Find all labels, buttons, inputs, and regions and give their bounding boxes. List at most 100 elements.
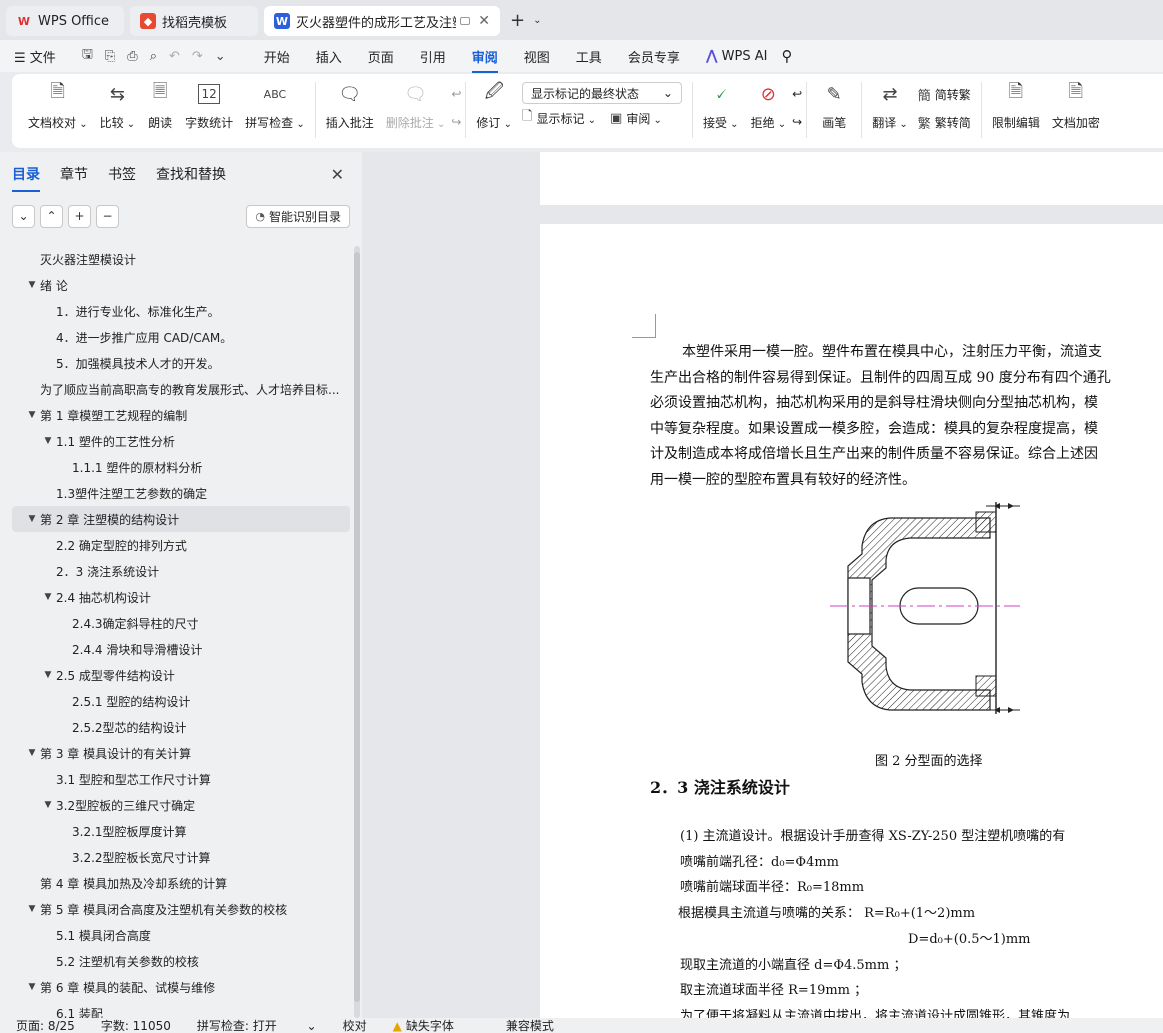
show-markup-button[interactable]: 显示标记 [536, 110, 596, 127]
toc-item[interactable]: 1．进行专业化、标准化生产。 [0, 298, 352, 324]
toc-item[interactable]: ▼ 绪 论 [0, 272, 352, 298]
chevron-down-icon[interactable]: ⌄ [215, 49, 226, 64]
doc-check-button[interactable]: 🗎 文档校对 [22, 80, 94, 131]
save-icon[interactable]: 🖫 [82, 45, 93, 67]
smart-toc-button[interactable]: ◔ 智能识别目录 [246, 204, 350, 228]
expand-icon[interactable]: ⌄ [12, 204, 35, 228]
search-icon[interactable]: ⚲ [781, 47, 792, 65]
expand-toggle-icon[interactable]: ▼ [40, 592, 56, 602]
tab-template[interactable]: ◆ 找稻壳模板 [130, 6, 258, 36]
toc-item[interactable]: ▼ 第 5 章 模具闭合高度及注塑机有关参数的校核 [0, 896, 352, 922]
markup-state-select[interactable]: 显示标记的最终状态 ⌄ [521, 82, 682, 104]
menu-reference[interactable]: 引用 [420, 47, 446, 66]
pen-button[interactable]: ✎ 画笔 [811, 80, 857, 131]
to-simplified-button[interactable]: 繁繁转简 [918, 108, 971, 136]
menu-page[interactable]: 页面 [368, 47, 394, 66]
collapse-icon[interactable]: ⌃ [40, 204, 63, 228]
missing-font-indicator[interactable]: ▲ 缺失字体 [393, 1017, 480, 1033]
tab-bookmarks[interactable]: 书签 [108, 164, 136, 184]
expand-toggle-icon[interactable]: ▼ [24, 904, 40, 914]
expand-toggle-icon[interactable]: ▼ [24, 280, 40, 290]
menu-tools[interactable]: 工具 [576, 47, 602, 66]
tab-toc[interactable]: 目录 [12, 164, 40, 192]
next-change-icon[interactable]: ↪ [792, 108, 802, 136]
new-tab-icon[interactable]: + [510, 10, 525, 31]
toc-item[interactable]: 2．3 浇注系统设计 [0, 558, 352, 584]
prev-comment-icon[interactable]: ↩ [451, 80, 461, 108]
doc-encrypt-button[interactable]: 🗎 文档加密 [1046, 80, 1106, 131]
toc-item[interactable]: 3.2.1型腔板厚度计算 [0, 818, 352, 844]
toc-item[interactable]: ▼ 第 6 章 模具的装配、试模与维修 [0, 974, 352, 1000]
page-indicator[interactable]: 页面: 8/25 [16, 1017, 75, 1033]
print-icon[interactable]: ⎙ [127, 49, 137, 64]
review-pane-button[interactable]: 审阅 [626, 110, 662, 127]
toc-item[interactable]: ▼ 1.1 塑件的工艺性分析 [0, 428, 352, 454]
toc-item[interactable]: 3.2.2型腔板长宽尺寸计算 [0, 844, 352, 870]
insert-comment-button[interactable]: 🗨 插入批注 [320, 80, 380, 131]
to-traditional-button[interactable]: 簡简转繁 [918, 80, 971, 108]
menu-start[interactable]: 开始 [264, 47, 290, 66]
restrict-edit-button[interactable]: 🗎 限制编辑 [986, 80, 1046, 131]
close-icon[interactable]: ✕ [331, 165, 344, 184]
word-count-indicator[interactable]: 字数: 11050 [101, 1017, 171, 1033]
spell-check-button[interactable]: ABC 拼写检查 [239, 80, 311, 131]
menu-review[interactable]: 审阅 [471, 47, 498, 73]
print-preview-icon[interactable]: ⌕ [150, 49, 157, 64]
toc-item[interactable]: 5．加强模具技术人才的开发。 [0, 350, 352, 376]
remove-icon[interactable]: − [96, 204, 119, 228]
menu-insert[interactable]: 插入 [316, 47, 342, 66]
menu-member[interactable]: 会员专享 [628, 47, 680, 66]
expand-toggle-icon[interactable]: ▼ [24, 514, 40, 524]
toc-item[interactable]: ▼ 第 3 章 模具设计的有关计算 [0, 740, 352, 766]
toc-item[interactable]: ▼ 2.5 成型零件结构设计 [0, 662, 352, 688]
tab-find-replace[interactable]: 查找和替换 [156, 164, 226, 184]
redo-icon[interactable]: ↷ [192, 49, 203, 64]
proofread-indicator[interactable]: 校对 [343, 1017, 367, 1033]
expand-toggle-icon[interactable]: ▼ [24, 982, 40, 992]
toc-item[interactable]: ▼ 第 1 章模塑工艺规程的编制 [0, 402, 352, 428]
expand-toggle-icon[interactable]: ▼ [40, 800, 56, 810]
accept-button[interactable]: 🗸 接受 [697, 80, 745, 131]
toc-item[interactable]: 2.4.4 滑块和导滑槽设计 [0, 636, 352, 662]
toc-item[interactable]: 灭火器注塑模设计 [0, 246, 352, 272]
tab-sections[interactable]: 章节 [60, 164, 88, 184]
export-icon[interactable]: ⎘ [105, 49, 115, 64]
page-current[interactable]: 本塑件采用一模一腔。塑件布置在模具中心，注射压力平衡，流道支 生产出合格的制件容易… [540, 224, 1163, 1018]
word-count-button[interactable]: 12 字数统计 [179, 80, 239, 131]
add-icon[interactable]: + [68, 204, 91, 228]
toc-item[interactable]: 4．进一步推广应用 CAD/CAM。 [0, 324, 352, 350]
toc-item[interactable]: 5.2 注塑机有关参数的校核 [0, 948, 352, 974]
wps-ai-button[interactable]: ⋀ WPS AI [706, 48, 768, 64]
expand-toggle-icon[interactable]: ▼ [24, 748, 40, 758]
toc-item[interactable]: 2.4.3确定斜导柱的尺寸 [0, 610, 352, 636]
toc-item[interactable]: 1.3塑件注塑工艺参数的确定 [0, 480, 352, 506]
toc-item[interactable]: ▼ 3.2型腔板的三维尺寸确定 [0, 792, 352, 818]
spell-check-indicator[interactable]: 拼写检查: 打开 ⌄ [197, 1017, 317, 1033]
chevron-down-icon[interactable]: ⌄ [533, 15, 541, 26]
toc-item[interactable]: 2.5.2型芯的结构设计 [0, 714, 352, 740]
revise-button[interactable]: 🖉 修订 [470, 80, 518, 131]
toc-item[interactable]: ▼ 第 2 章 注塑模的结构设计 [12, 506, 350, 532]
expand-toggle-icon[interactable]: ▼ [24, 410, 40, 420]
compare-button[interactable]: ⇆ 比较 [94, 80, 142, 131]
read-aloud-button[interactable]: 🗏 朗读 [141, 80, 179, 131]
file-menu[interactable]: ☰ 文件 [14, 47, 56, 66]
toc-item[interactable]: 第 4 章 模具加热及冷却系统的计算 [0, 870, 352, 896]
toc-item[interactable]: 3.1 型腔和型芯工作尺寸计算 [0, 766, 352, 792]
prev-change-icon[interactable]: ↩ [792, 80, 802, 108]
toc-item[interactable]: 1.1.1 塑件的原材料分析 [0, 454, 352, 480]
toc-item[interactable]: 5.1 模具闭合高度 [0, 922, 352, 948]
translate-button[interactable]: ⇄ 翻译 [866, 80, 914, 131]
delete-comment-button[interactable]: 🗨 删除批注 [380, 80, 452, 131]
menu-view[interactable]: 视图 [524, 47, 550, 66]
expand-toggle-icon[interactable]: ▼ [40, 670, 56, 680]
screen-icon[interactable] [460, 17, 470, 25]
next-comment-icon[interactable]: ↪ [451, 108, 461, 136]
expand-toggle-icon[interactable]: ▼ [40, 436, 56, 446]
toc-item[interactable]: ▼ 2.4 抽芯机构设计 [0, 584, 352, 610]
tab-wps-office[interactable]: W WPS Office [6, 6, 124, 36]
toc-item[interactable]: 2.5.1 型腔的结构设计 [0, 688, 352, 714]
reject-button[interactable]: ⊘ 拒绝 [745, 80, 793, 131]
toc-item[interactable]: 2.2 确定型腔的排列方式 [0, 532, 352, 558]
undo-icon[interactable]: ↶ [169, 49, 180, 64]
